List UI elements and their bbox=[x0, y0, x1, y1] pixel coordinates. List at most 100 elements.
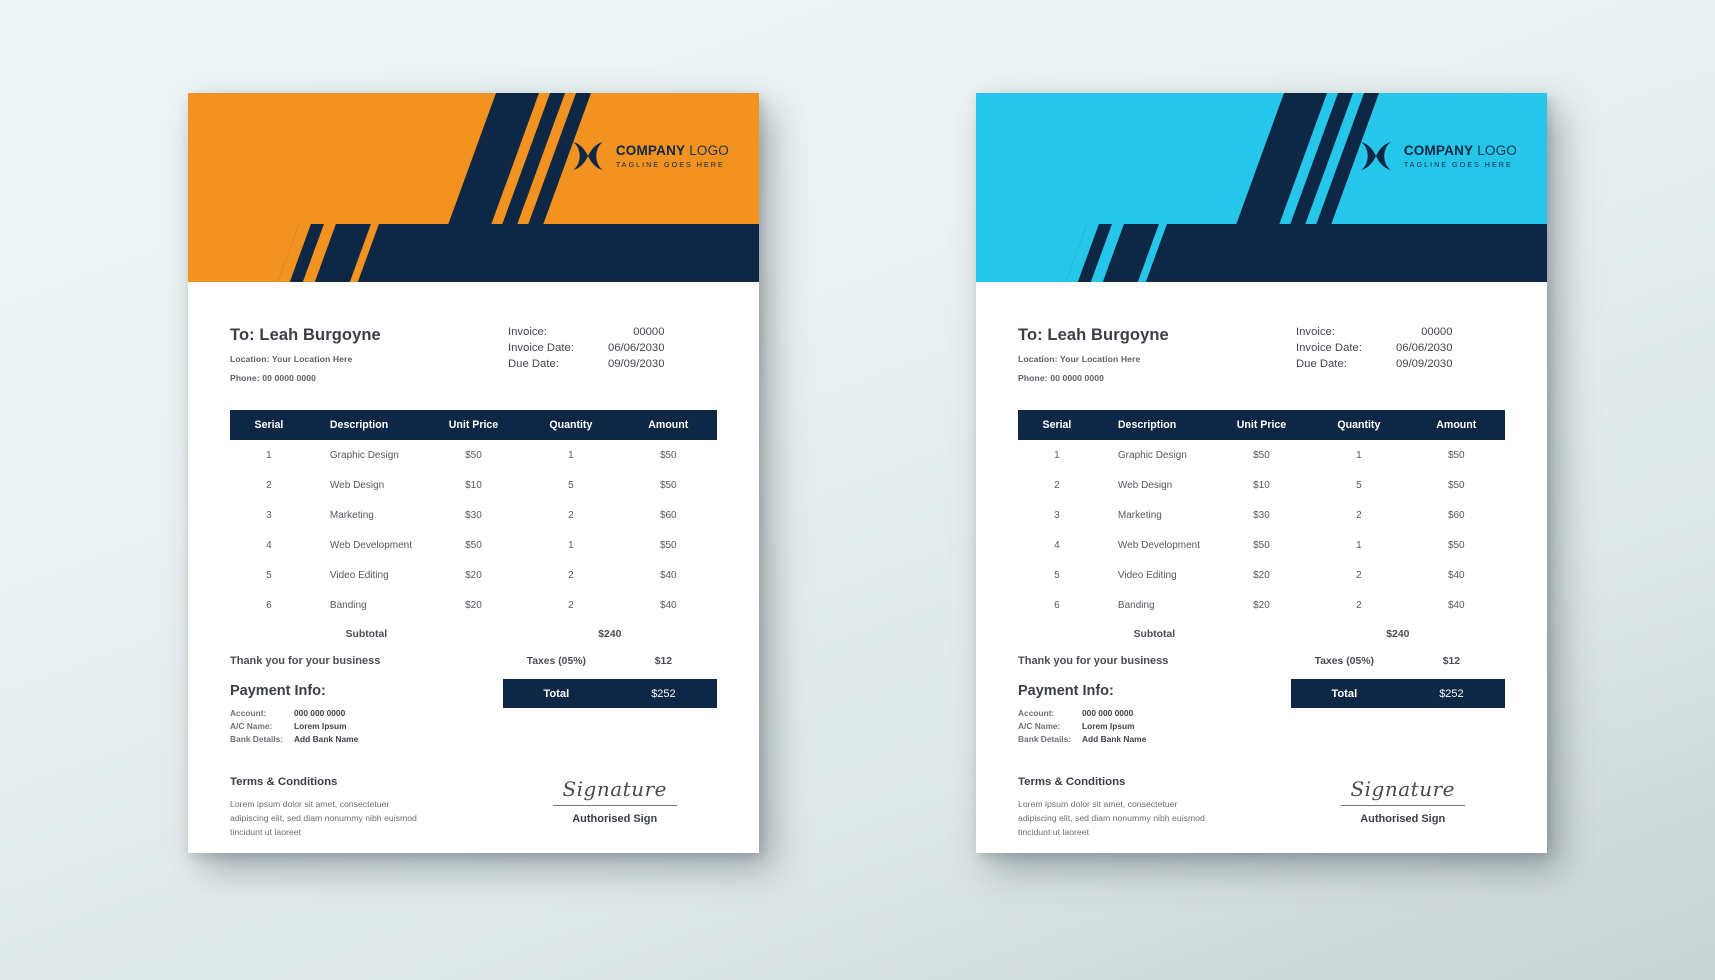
signature-block: Signature Authorised Sign bbox=[1300, 776, 1505, 825]
payment-acname-value: Lorem Ipsum bbox=[1082, 720, 1135, 731]
payment-row: A/C Name: Lorem Ipsum bbox=[230, 719, 358, 732]
summary-block: Subtotal $240 bbox=[230, 622, 717, 647]
logo-tagline: TAGLINE GOES HERE bbox=[615, 160, 725, 170]
line-items-table: Serial Description Unit Price Quantity A… bbox=[230, 410, 717, 620]
payment-row: Bank Details: Add Bank Name bbox=[230, 732, 358, 745]
payment-row: Account: 000 000 0000 bbox=[1018, 706, 1146, 719]
invoice-detail-row: Invoice Date: 06/06/2030 bbox=[1296, 342, 1452, 358]
invoice-number-value: 00000 bbox=[1421, 326, 1453, 338]
cell-description: Graphic Design bbox=[1117, 449, 1187, 461]
cell-description: Marketing bbox=[1117, 509, 1162, 521]
invoice-meta-row: To: Leah Burgoyne Location: Your Locatio… bbox=[1018, 326, 1505, 383]
signature-script: Signature bbox=[562, 776, 667, 801]
signature-rule bbox=[1340, 804, 1465, 806]
cell-description: Video Editing bbox=[1117, 569, 1177, 581]
bill-to-location: Location: Your Location Here bbox=[1018, 354, 1141, 364]
cell-unit-price: $20 bbox=[465, 569, 482, 581]
navy-bar-stripe-4 bbox=[346, 224, 382, 282]
invoice-sheet-orange[interactable]: COMPANY LOGO TAGLINE GOES HERE To: Leah … bbox=[188, 93, 759, 853]
signature-script: Signature bbox=[1350, 776, 1455, 801]
navy-bar-stripe-4 bbox=[1134, 224, 1170, 282]
due-date-label: Due Date: bbox=[508, 358, 559, 370]
thank-you-text: Thank you for your business bbox=[1018, 655, 1169, 667]
cell-serial: 5 bbox=[1054, 569, 1060, 581]
invoice-body: To: Leah Burgoyne Location: Your Locatio… bbox=[976, 282, 1547, 839]
cell-description: Web Design bbox=[329, 479, 385, 491]
logo-text-block: COMPANY LOGO TAGLINE GOES HERE bbox=[615, 142, 729, 170]
header-band-cyan: COMPANY LOGO TAGLINE GOES HERE bbox=[976, 93, 1547, 224]
cell-unit-price: $10 bbox=[1253, 479, 1270, 491]
navy-accent-bar-orange bbox=[188, 224, 759, 282]
company-logo[interactable]: COMPANY LOGO TAGLINE GOES HERE bbox=[571, 141, 729, 171]
col-header-quantity: Quantity bbox=[1310, 410, 1408, 440]
cell-serial: 3 bbox=[1054, 509, 1060, 521]
terms-row: Terms & Conditions Lorem ipsum dolor sit… bbox=[1018, 776, 1505, 839]
invoice-sheet-cyan[interactable]: COMPANY LOGO TAGLINE GOES HERE To: Leah … bbox=[976, 93, 1547, 853]
cell-amount: $40 bbox=[659, 599, 677, 611]
bowtie-logo-icon bbox=[1360, 142, 1391, 170]
cell-quantity: 2 bbox=[568, 599, 574, 611]
taxes-row: Taxes (05%) $12 bbox=[1291, 649, 1505, 674]
cell-description: Graphic Design bbox=[329, 449, 399, 461]
cell-description: Web Design bbox=[1117, 479, 1173, 491]
cell-serial: 1 bbox=[266, 449, 272, 461]
cell-quantity: 1 bbox=[568, 539, 574, 551]
cell-description: Web Development bbox=[329, 539, 412, 551]
cell-unit-price: $50 bbox=[1253, 539, 1270, 551]
table-row: 6 Banding $20 2 $40 bbox=[1018, 590, 1505, 620]
invoice-detail-row: Invoice: 00000 bbox=[1296, 326, 1452, 342]
cell-amount: $50 bbox=[659, 539, 677, 551]
cell-description: Marketing bbox=[329, 509, 374, 521]
header-band-orange: COMPANY LOGO TAGLINE GOES HERE bbox=[188, 93, 759, 224]
taxes-value: $12 bbox=[654, 656, 673, 667]
logo-name-light: LOGO bbox=[689, 142, 729, 158]
cell-description: Banding bbox=[1117, 599, 1155, 611]
payment-bank-value: Add Bank Name bbox=[1082, 733, 1147, 744]
payment-block: Thank you for your business Payment Info… bbox=[230, 649, 503, 746]
line-items-header-row: Serial Description Unit Price Quantity A… bbox=[230, 410, 717, 440]
line-items-body: 1 Graphic Design $50 1 $50 2 Web Design … bbox=[230, 440, 717, 620]
lower-section: Thank you for your business Payment Info… bbox=[230, 649, 717, 746]
table-row: 4 Web Development $50 1 $50 bbox=[230, 530, 717, 560]
bowtie-logo-icon bbox=[572, 142, 603, 170]
cell-quantity: 2 bbox=[568, 569, 574, 581]
payment-info-title: Payment Info: bbox=[1018, 683, 1114, 699]
payment-acname-value: Lorem Ipsum bbox=[294, 720, 347, 731]
col-header-amount: Amount bbox=[1407, 410, 1505, 440]
col-header-amount: Amount bbox=[619, 410, 717, 440]
col-header-quantity: Quantity bbox=[522, 410, 620, 440]
cell-amount: $50 bbox=[1447, 539, 1465, 551]
cell-amount: $60 bbox=[1447, 509, 1465, 521]
invoice-details-block: Invoice: 00000 Invoice Date: 06/06/2030 … bbox=[508, 326, 664, 374]
subtotal-row: Subtotal $240 bbox=[1018, 622, 1505, 647]
cell-unit-price: $50 bbox=[465, 539, 482, 551]
cell-serial: 2 bbox=[1054, 479, 1060, 491]
terms-row: Terms & Conditions Lorem ipsum dolor sit… bbox=[230, 776, 717, 839]
invoice-meta-row: To: Leah Burgoyne Location: Your Locatio… bbox=[230, 326, 717, 383]
cell-serial: 6 bbox=[266, 599, 272, 611]
logo-name-light: LOGO bbox=[1477, 142, 1517, 158]
due-date-value: 09/09/2030 bbox=[607, 358, 665, 370]
table-row: 2 Web Design $10 5 $50 bbox=[230, 470, 717, 500]
total-label: Total bbox=[543, 687, 570, 700]
company-logo[interactable]: COMPANY LOGO TAGLINE GOES HERE bbox=[1359, 141, 1517, 171]
cell-amount: $40 bbox=[1447, 569, 1465, 581]
col-header-description: Description bbox=[1095, 410, 1213, 440]
taxes-value: $12 bbox=[1442, 656, 1461, 667]
cell-quantity: 2 bbox=[1356, 569, 1362, 581]
bill-to-location: Location: Your Location Here bbox=[230, 354, 353, 364]
cell-unit-price: $50 bbox=[465, 449, 482, 461]
cell-serial: 6 bbox=[1054, 599, 1060, 611]
payment-account-value: 000 000 0000 bbox=[1082, 707, 1134, 718]
payment-bank-label: Bank Details: bbox=[1018, 733, 1072, 744]
signature-block: Signature Authorised Sign bbox=[512, 776, 717, 825]
subtotal-row: Subtotal $240 bbox=[230, 622, 717, 647]
summary-block: Subtotal $240 bbox=[1018, 622, 1505, 647]
bill-to-name: To: Leah Burgoyne bbox=[230, 326, 381, 344]
logo-tagline: TAGLINE GOES HERE bbox=[1403, 160, 1513, 170]
cell-quantity: 5 bbox=[568, 479, 574, 491]
table-row: 1 Graphic Design $50 1 $50 bbox=[1018, 440, 1505, 470]
cell-unit-price: $20 bbox=[1253, 599, 1270, 611]
cell-description: Banding bbox=[329, 599, 367, 611]
invoice-details-block: Invoice: 00000 Invoice Date: 06/06/2030 … bbox=[1296, 326, 1452, 374]
